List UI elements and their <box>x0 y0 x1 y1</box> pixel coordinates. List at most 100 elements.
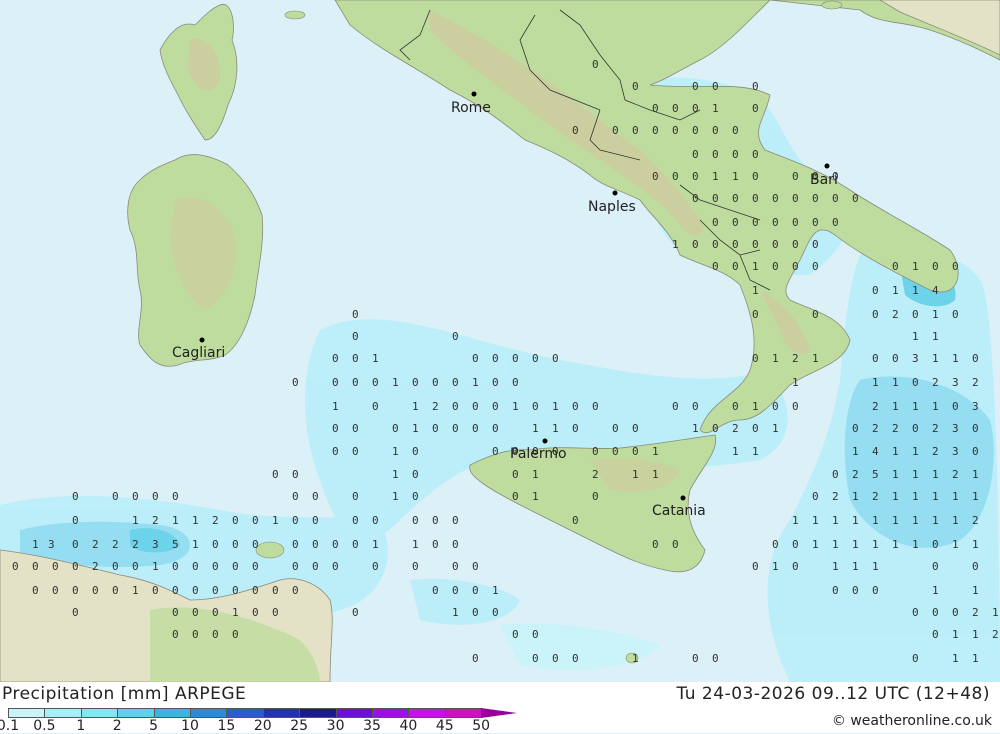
svg-text:0: 0 <box>792 560 799 573</box>
svg-text:1: 1 <box>392 445 399 458</box>
city-dot-palermo <box>542 438 548 444</box>
city-dot-rome <box>471 91 477 97</box>
svg-text:1: 1 <box>972 468 979 481</box>
svg-text:0: 0 <box>912 308 919 321</box>
city-dot-catania <box>680 495 686 501</box>
legend-swatch <box>262 708 301 718</box>
svg-text:1: 1 <box>932 490 939 503</box>
legend-swatch <box>226 708 264 718</box>
svg-text:2: 2 <box>132 538 139 551</box>
svg-text:2: 2 <box>92 538 99 551</box>
svg-text:0: 0 <box>712 238 719 251</box>
svg-text:0: 0 <box>872 308 879 321</box>
svg-text:0: 0 <box>312 514 319 527</box>
svg-text:0: 0 <box>92 584 99 597</box>
svg-text:1: 1 <box>832 514 839 527</box>
svg-text:2: 2 <box>872 490 879 503</box>
svg-text:0: 0 <box>12 560 19 573</box>
svg-text:0: 0 <box>72 584 79 597</box>
svg-text:2: 2 <box>952 468 959 481</box>
svg-text:0: 0 <box>492 400 499 413</box>
svg-text:1: 1 <box>152 560 159 573</box>
svg-text:1: 1 <box>192 514 199 527</box>
city-label-cagliari: Cagliari <box>172 345 225 361</box>
svg-text:0: 0 <box>592 58 599 71</box>
svg-text:0: 0 <box>632 445 639 458</box>
svg-text:1: 1 <box>132 514 139 527</box>
svg-text:0: 0 <box>132 560 139 573</box>
svg-text:0: 0 <box>652 124 659 137</box>
legend-swatch <box>335 708 373 718</box>
map-svg: 00 0 0 0 00010 00000000 0000 000110000 0000… <box>0 0 1000 683</box>
svg-text:0: 0 <box>192 584 199 597</box>
svg-text:1: 1 <box>892 376 899 389</box>
svg-text:0: 0 <box>952 400 959 413</box>
svg-text:2: 2 <box>212 514 219 527</box>
legend-label: 0.1 <box>0 718 20 734</box>
svg-text:1: 1 <box>772 352 779 365</box>
svg-text:0: 0 <box>632 422 639 435</box>
svg-text:1: 1 <box>452 606 459 619</box>
svg-text:1: 1 <box>332 400 339 413</box>
svg-text:0: 0 <box>232 584 239 597</box>
svg-text:0: 0 <box>732 148 739 161</box>
svg-text:1: 1 <box>912 538 919 551</box>
city-label-palermo: Palermo <box>510 446 567 462</box>
svg-text:0: 0 <box>512 628 519 641</box>
svg-text:0: 0 <box>332 376 339 389</box>
svg-text:0: 0 <box>292 514 299 527</box>
site-credit[interactable]: © weatheronline.co.uk <box>832 713 992 729</box>
svg-text:0: 0 <box>452 400 459 413</box>
svg-text:0: 0 <box>612 445 619 458</box>
svg-text:0: 0 <box>932 538 939 551</box>
svg-text:0: 0 <box>912 606 919 619</box>
svg-text:1: 1 <box>972 652 979 665</box>
svg-text:0: 0 <box>452 376 459 389</box>
svg-text:1: 1 <box>732 445 739 458</box>
svg-text:0: 0 <box>652 102 659 115</box>
svg-text:0: 0 <box>792 260 799 273</box>
svg-text:1: 1 <box>752 260 759 273</box>
svg-text:3: 3 <box>952 422 959 435</box>
svg-text:1: 1 <box>512 400 519 413</box>
svg-text:0: 0 <box>352 352 359 365</box>
svg-text:1: 1 <box>552 422 559 435</box>
svg-text:3: 3 <box>972 400 979 413</box>
svg-text:0: 0 <box>312 538 319 551</box>
svg-text:0: 0 <box>692 192 699 205</box>
svg-text:0: 0 <box>832 468 839 481</box>
svg-text:0: 0 <box>352 376 359 389</box>
svg-text:0: 0 <box>492 376 499 389</box>
legend-label: 25 <box>290 718 309 734</box>
svg-text:0: 0 <box>292 538 299 551</box>
svg-text:0: 0 <box>192 560 199 573</box>
svg-text:1: 1 <box>412 400 419 413</box>
svg-text:0: 0 <box>52 560 59 573</box>
svg-text:0: 0 <box>252 560 259 573</box>
precipitation-map: 00000 00010 00000000 0000 000110000 0000… <box>0 0 1000 683</box>
svg-text:0: 0 <box>732 400 739 413</box>
svg-text:0: 0 <box>712 192 719 205</box>
svg-text:0: 0 <box>432 538 439 551</box>
svg-text:0: 0 <box>212 584 219 597</box>
svg-text:0: 0 <box>692 400 699 413</box>
svg-text:1: 1 <box>852 538 859 551</box>
svg-text:0: 0 <box>692 652 699 665</box>
forecast-time: Tu 24-03-2026 09..12 UTC (12+48) <box>676 684 990 704</box>
map-footer: Precipitation [mm] ARPEGE Tu 24-03-2026 … <box>0 682 1000 734</box>
svg-text:0: 0 <box>72 538 79 551</box>
city-label-naples: Naples <box>588 199 636 215</box>
svg-text:0: 0 <box>772 216 779 229</box>
legend-label: 35 <box>363 718 381 734</box>
svg-text:0: 0 <box>952 606 959 619</box>
svg-text:1: 1 <box>132 584 139 597</box>
svg-text:2: 2 <box>732 422 739 435</box>
svg-text:0: 0 <box>752 148 759 161</box>
svg-text:2: 2 <box>852 468 859 481</box>
legend-label: 5 <box>149 718 159 734</box>
svg-text:1: 1 <box>992 606 999 619</box>
svg-text:0: 0 <box>312 560 319 573</box>
svg-text:4: 4 <box>872 445 879 458</box>
svg-text:0: 0 <box>472 606 479 619</box>
svg-text:0: 0 <box>472 400 479 413</box>
